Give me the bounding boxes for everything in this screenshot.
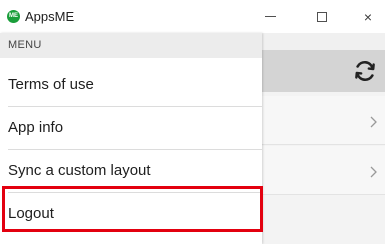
menu-item-label: Logout bbox=[8, 205, 54, 222]
maximize-button[interactable] bbox=[299, 0, 345, 33]
minimize-button[interactable] bbox=[247, 0, 293, 33]
chevron-right-icon bbox=[370, 116, 377, 128]
menu-item-label: Terms of use bbox=[8, 76, 94, 93]
background-list-row[interactable] bbox=[262, 96, 385, 145]
sync-icon[interactable] bbox=[352, 58, 378, 84]
background-list-row[interactable] bbox=[262, 146, 385, 195]
window-title: AppsME bbox=[25, 9, 75, 24]
close-icon: × bbox=[363, 8, 373, 25]
chevron-right-icon bbox=[370, 166, 377, 178]
menu-item-sync-custom-layout[interactable]: Sync a custom layout bbox=[8, 150, 254, 192]
menu-item-logout[interactable]: Logout bbox=[8, 193, 254, 235]
menu-item-terms-of-use[interactable]: Terms of use bbox=[8, 64, 254, 106]
minimize-icon bbox=[264, 16, 276, 17]
close-button[interactable]: × bbox=[345, 0, 385, 33]
maximize-icon bbox=[317, 11, 327, 22]
app-logo-icon: ME bbox=[7, 10, 20, 23]
menu-item-label: App info bbox=[8, 119, 64, 136]
menu-item-app-info[interactable]: App info bbox=[8, 107, 254, 149]
menu-header: MENU bbox=[0, 33, 262, 58]
app-window: ME AppsME × MENU Terms of use App info S… bbox=[0, 0, 385, 244]
side-menu: MENU Terms of use App info Sync a custom… bbox=[0, 33, 262, 244]
menu-item-label: Sync a custom layout bbox=[8, 162, 151, 179]
title-bar[interactable]: ME AppsME × bbox=[0, 0, 385, 33]
